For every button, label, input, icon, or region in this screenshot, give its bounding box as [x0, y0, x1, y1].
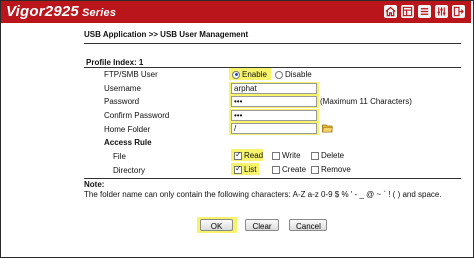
brand-series: Series — [81, 7, 117, 19]
file-label: File — [113, 152, 126, 161]
home-folder-label: Home Folder — [104, 125, 151, 134]
note-text: The folder name can only contain the fol… — [84, 190, 442, 199]
read-checkbox[interactable]: Read — [234, 150, 264, 160]
sliders-icon[interactable] — [435, 5, 448, 18]
ok-button[interactable]: OK — [200, 219, 233, 231]
cancel-button[interactable]: Cancel — [289, 219, 327, 231]
read-label: Read — [244, 151, 264, 160]
list-checkbox[interactable]: List — [234, 164, 257, 174]
layout-icon[interactable] — [401, 5, 414, 18]
home-icon[interactable] — [384, 5, 397, 18]
folder-icon[interactable] — [322, 123, 333, 135]
write-checkbox-box[interactable] — [272, 151, 280, 160]
remove-label: Remove — [321, 165, 351, 174]
disable-label: Disable — [285, 70, 312, 79]
confirm-password-label: Confirm Password — [104, 111, 170, 120]
disable-radio[interactable]: Disable — [275, 70, 312, 79]
write-label: Write — [282, 151, 301, 160]
divider — [84, 178, 461, 179]
username-label: Username — [104, 84, 141, 93]
delete-label: Delete — [321, 151, 345, 160]
password-hint: (Maximum 11 Characters) — [320, 97, 412, 106]
directory-label: Directory — [113, 166, 146, 175]
delete-checkbox[interactable]: Delete — [311, 151, 344, 160]
create-checkbox[interactable]: Create — [272, 165, 306, 174]
list-icon[interactable] — [418, 5, 431, 18]
enable-label: Enable — [242, 70, 267, 79]
brand-logo: Vigor2925 Series — [6, 3, 116, 20]
note-title: Note: — [84, 180, 105, 189]
access-rule-label: Access Rule — [104, 138, 152, 147]
write-checkbox[interactable]: Write — [272, 151, 301, 160]
password-input[interactable]: ••• — [231, 96, 317, 107]
clear-button[interactable]: Clear — [245, 219, 279, 231]
username-input[interactable]: arphat — [231, 83, 317, 94]
enable-radio[interactable]: Enable — [232, 70, 267, 79]
read-checkbox-box[interactable] — [234, 150, 242, 160]
disable-radio-dot[interactable] — [275, 70, 283, 79]
brand-name: Vigor2925 — [6, 3, 79, 20]
home-folder-input[interactable]: / — [231, 123, 317, 134]
list-label: List — [244, 165, 257, 174]
logout-icon[interactable] — [452, 5, 465, 18]
create-label: Create — [282, 165, 307, 174]
top-banner: Vigor2925 Series — [1, 1, 471, 23]
delete-checkbox-box[interactable] — [311, 151, 319, 160]
password-label: Password — [104, 97, 140, 106]
breadcrumb: USB Application >> USB User Management — [84, 30, 249, 39]
ftp-smb-label: FTP/SMB User — [104, 70, 158, 79]
remove-checkbox[interactable]: Remove — [311, 165, 351, 174]
create-checkbox-box[interactable] — [272, 165, 280, 174]
divider — [84, 43, 461, 44]
list-checkbox-box[interactable] — [234, 164, 242, 174]
confirm-password-input[interactable]: ••• — [231, 110, 317, 121]
divider — [84, 67, 461, 68]
profile-index: Profile Index: 1 — [86, 58, 144, 67]
remove-checkbox-box[interactable] — [311, 165, 319, 174]
enable-radio-dot[interactable] — [232, 70, 240, 79]
